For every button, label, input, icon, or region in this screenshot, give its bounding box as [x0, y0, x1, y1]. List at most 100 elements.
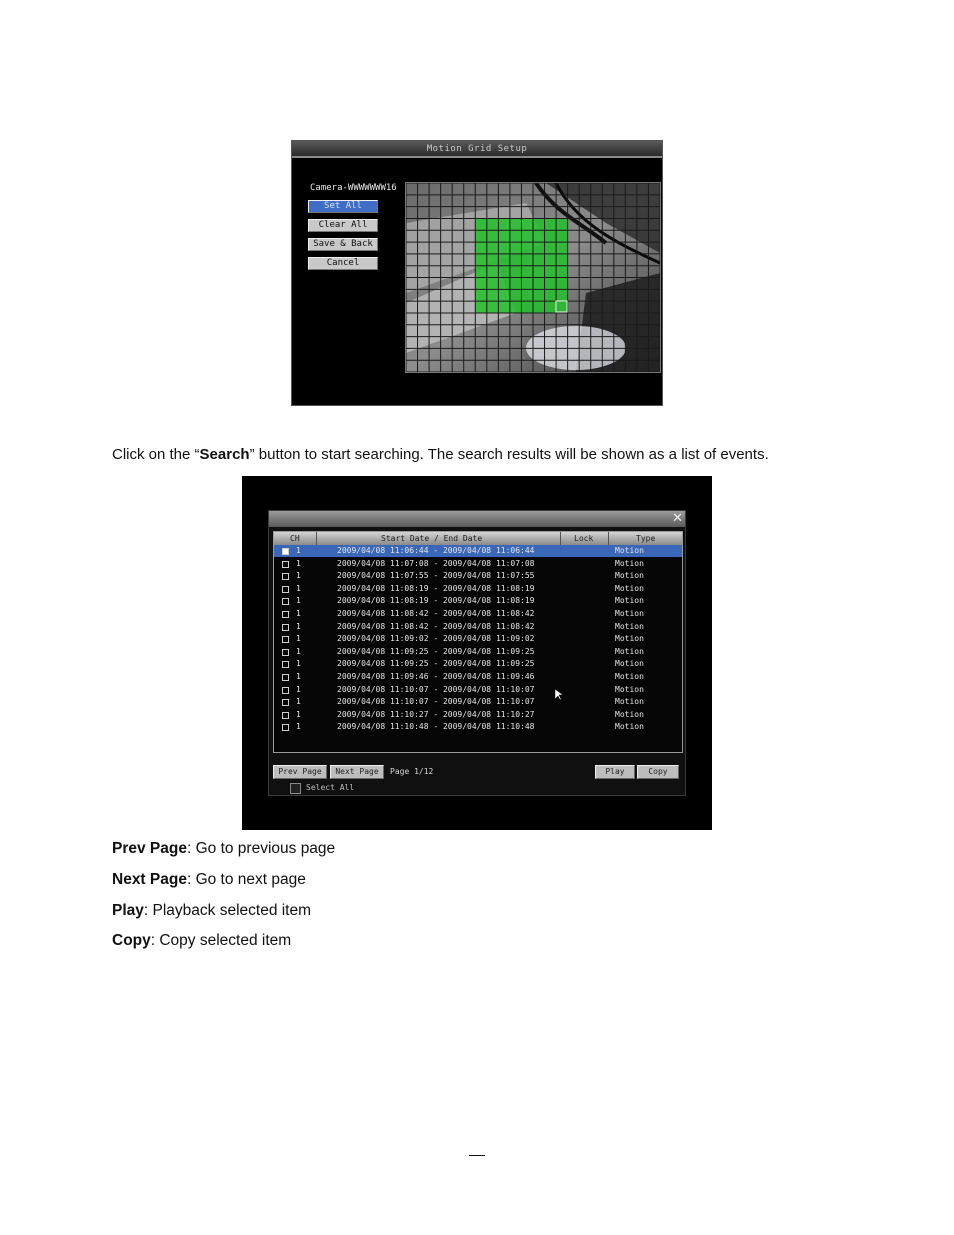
event-row-checkbox[interactable]	[282, 611, 289, 618]
event-row-checkbox[interactable]	[282, 711, 289, 719]
event-row-checkbox[interactable]	[282, 585, 289, 593]
motion-cell-selected	[521, 289, 533, 302]
event-list-header: CH Start Date / End Date Lock Type	[274, 532, 682, 545]
motion-cell-selected	[556, 218, 568, 231]
motion-cell-selected	[509, 265, 522, 278]
event-row[interactable]: 1 2009/04/08 11:06:44 - 2009/04/08 11:06:…	[274, 545, 682, 557]
motion-cell-selected	[533, 277, 545, 290]
set-all-button[interactable]: Set All	[308, 200, 378, 213]
close-icon[interactable]: ✕	[672, 511, 683, 527]
event-row-checkbox[interactable]	[282, 573, 289, 581]
event-dates: 2009/04/08 11:10:07 - 2009/04/08 11:10:0…	[337, 684, 535, 694]
motion-cell-selected	[533, 265, 545, 278]
motion-cell-selected	[544, 242, 557, 254]
motion-cell-selected	[533, 230, 545, 243]
event-row[interactable]: 1 2009/04/08 11:09:25 - 2009/04/08 11:09:…	[274, 646, 682, 658]
event-row[interactable]: 1 2009/04/08 11:10:07 - 2009/04/08 11:10:…	[274, 684, 682, 696]
event-dates: 2009/04/08 11:10:07 - 2009/04/08 11:10:0…	[337, 697, 535, 707]
select-all-label: Select All	[306, 783, 355, 792]
event-type: Motion	[615, 634, 644, 644]
clear-all-button[interactable]: Clear All	[308, 219, 378, 232]
event-type: Motion	[615, 684, 644, 694]
column-divider	[316, 532, 317, 545]
event-row-checkbox[interactable]	[282, 724, 289, 732]
motion-cell-selected	[498, 218, 510, 231]
motion-cell-selected	[509, 301, 522, 313]
event-row-checkbox[interactable]	[282, 636, 289, 644]
motion-cell-selected	[544, 277, 557, 290]
definition-desc: : Playback selected item	[143, 902, 312, 919]
camera-view-with-motion-grid[interactable]	[405, 182, 661, 373]
instruction-rest: ” button to start searching. The search …	[249, 446, 769, 463]
save-and-back-button[interactable]: Save & Back	[308, 238, 378, 251]
event-row[interactable]: 1 2009/04/08 11:08:42 - 2009/04/08 11:08:…	[274, 621, 682, 633]
motion-cell-selected	[475, 253, 487, 266]
motion-cell-selected	[475, 289, 487, 302]
event-channel: 1	[296, 571, 301, 581]
motion-cell-selected	[486, 242, 499, 254]
event-dates: 2009/04/08 11:08:19 - 2009/04/08 11:08:1…	[337, 596, 535, 606]
column-header-type: Type	[636, 534, 656, 543]
event-channel: 1	[296, 621, 301, 631]
cancel-button[interactable]: Cancel	[308, 257, 378, 270]
event-row[interactable]: 1 2009/04/08 11:10:27 - 2009/04/08 11:10:…	[274, 709, 682, 721]
definition-desc: : Go to next page	[186, 871, 306, 888]
event-row-checkbox[interactable]	[282, 674, 289, 681]
copy-button[interactable]: Copy	[637, 765, 679, 779]
event-row-checkbox[interactable]	[282, 598, 289, 606]
event-channel: 1	[296, 646, 301, 656]
motion-cell-selected	[533, 289, 545, 302]
event-row[interactable]: 1 2009/04/08 11:10:07 - 2009/04/08 11:10:…	[274, 696, 682, 708]
event-channel: 1	[296, 722, 301, 732]
play-button[interactable]: Play	[595, 765, 635, 779]
event-type: Motion	[615, 583, 644, 593]
event-row[interactable]: 1 2009/04/08 11:08:19 - 2009/04/08 11:08:…	[274, 595, 682, 607]
event-row[interactable]: 1 2009/04/08 11:07:08 - 2009/04/08 11:07:…	[274, 558, 682, 570]
search-results-screenshot: ✕ CH Start Date / End Date Lock Type 1 20…	[242, 476, 712, 830]
event-list[interactable]: CH Start Date / End Date Lock Type 1 2009…	[273, 531, 683, 753]
motion-cell-selected	[498, 230, 510, 243]
prev-page-button[interactable]: Prev Page	[273, 765, 327, 779]
next-page-button[interactable]: Next Page	[330, 765, 384, 779]
motion-cell-selected	[486, 218, 499, 231]
event-type: Motion	[615, 609, 644, 618]
event-row[interactable]: 1 2009/04/08 11:09:25 - 2009/04/08 11:09:…	[274, 658, 682, 670]
motion-cell-selected	[498, 242, 510, 254]
event-channel: 1	[296, 609, 301, 618]
motion-cell-selected	[509, 230, 522, 243]
motion-cell-selected	[556, 277, 568, 290]
event-channel: 1	[296, 546, 301, 555]
motion-cell-selected	[521, 253, 533, 266]
event-row-checkbox[interactable]	[282, 661, 289, 669]
event-row[interactable]: 1 2009/04/08 11:08:19 - 2009/04/08 11:08:…	[274, 583, 682, 595]
motion-cell-selected	[486, 301, 499, 313]
motion-cell-selected	[509, 218, 522, 231]
motion-cell-selected	[498, 277, 510, 290]
event-type: Motion	[615, 558, 644, 568]
event-row-checkbox[interactable]	[282, 623, 289, 631]
event-row-checkbox[interactable]	[282, 686, 289, 694]
motion-cell-selected	[544, 253, 557, 266]
definition-term: Prev Page	[112, 840, 187, 857]
event-channel: 1	[296, 709, 301, 719]
event-row[interactable]: 1 2009/04/08 11:08:42 - 2009/04/08 11:08:…	[274, 608, 682, 620]
event-row[interactable]: 1 2009/04/08 11:10:48 - 2009/04/08 11:10:…	[274, 721, 682, 733]
event-row[interactable]: 1 2009/04/08 11:09:46 - 2009/04/08 11:09:…	[274, 671, 682, 683]
event-dates: 2009/04/08 11:09:02 - 2009/04/08 11:09:0…	[337, 634, 535, 644]
event-row[interactable]: 1 2009/04/08 11:09:02 - 2009/04/08 11:09:…	[274, 633, 682, 645]
event-row[interactable]: 1 2009/04/08 11:07:55 - 2009/04/08 11:07:…	[274, 570, 682, 582]
search-results-panel: ✕ CH Start Date / End Date Lock Type 1 20…	[268, 510, 686, 796]
motion-cell-selected	[533, 242, 545, 254]
event-row-checkbox[interactable]	[282, 560, 289, 568]
camera-name: Camera-WWWWWWW16	[310, 183, 397, 193]
event-row-checkbox[interactable]	[282, 648, 289, 656]
event-row-checkbox[interactable]	[282, 699, 289, 707]
select-all-checkbox[interactable]	[290, 783, 301, 794]
motion-cell-selected	[521, 265, 533, 278]
event-channel: 1	[296, 558, 301, 568]
event-row-checkbox[interactable]	[282, 548, 289, 555]
motion-cell-selected	[509, 277, 522, 290]
column-divider	[560, 532, 561, 545]
event-dates: 2009/04/08 11:10:48 - 2009/04/08 11:10:4…	[337, 722, 535, 732]
motion-cell-selected	[486, 277, 499, 290]
